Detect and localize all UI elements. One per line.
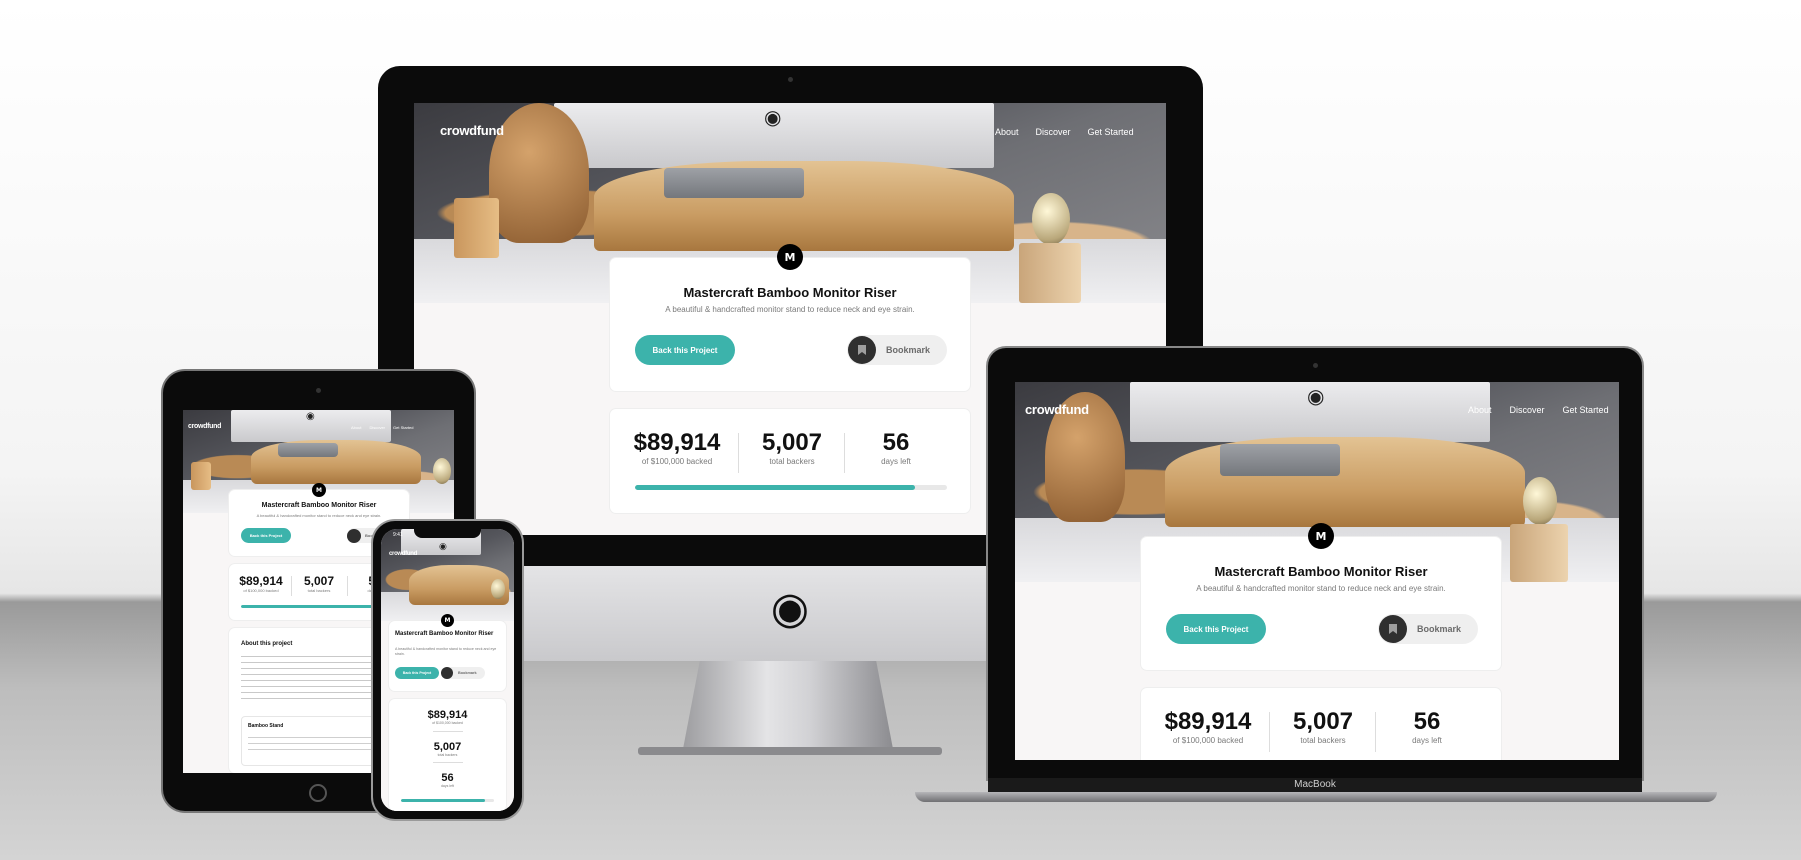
macbook-camera-icon <box>1313 363 1318 368</box>
stat-backed: $89,914 of $100,000 backed <box>1164 708 1252 745</box>
bookmark-icon <box>347 528 361 543</box>
stats-card: $89,914 of $100,000 backed 5,007 total b… <box>389 699 506 811</box>
bookmark-label: Bookmark <box>1417 624 1462 634</box>
site-logo[interactable]: crowdfund <box>1025 402 1089 417</box>
bookmark-icon <box>441 667 453 679</box>
macbook-brand: MacBook <box>1294 779 1336 790</box>
ipad-camera-icon <box>316 388 321 393</box>
imac-stand-base <box>638 747 942 755</box>
project-subtitle: A beautiful & handcrafted monitor stand … <box>256 513 382 518</box>
bookmark-label: Bookmark <box>458 671 477 675</box>
funding-progress-bar <box>401 799 494 802</box>
nav-discover[interactable]: Discover <box>1510 405 1545 415</box>
stat-backed: $89,914 of $100,000 backed <box>239 574 283 593</box>
status-time: 9:41 <box>393 532 403 538</box>
stat-days: 56 days left <box>881 429 911 466</box>
project-title: Mastercraft Bamboo Monitor Riser <box>683 285 897 300</box>
back-project-button[interactable]: Back this Project <box>635 335 735 365</box>
nav-discover[interactable]: Discover <box>1036 127 1071 137</box>
nav-discover[interactable]: Discover <box>369 425 385 430</box>
project-subtitle: A beautiful & handcrafted monitor stand … <box>1196 584 1446 593</box>
bookmark-button[interactable]: Bookmark <box>441 667 485 679</box>
stat-divider <box>433 762 463 763</box>
project-title: Mastercraft Bamboo Monitor Riser <box>395 631 494 637</box>
iphone-viewport: ◉ 9:41 crowdfund M Mastercraft Bamboo Mo… <box>381 529 514 811</box>
mastercraft-logo-icon: M <box>1308 523 1334 549</box>
stat-divider <box>1375 712 1376 752</box>
stat-divider <box>844 433 845 473</box>
macbook-base <box>915 792 1717 802</box>
hero-apple-icon: ◉ <box>764 105 782 129</box>
stat-backed: $89,914 of $100,000 backed <box>633 429 721 466</box>
bookmark-icon <box>848 336 876 364</box>
stat-backed: $89,914 of $100,000 backed <box>427 709 468 725</box>
stat-divider <box>433 731 463 732</box>
hero-image: ◉ <box>381 529 514 621</box>
iphone-notch <box>414 529 481 538</box>
stat-backers: 5,007 total backers <box>303 574 335 593</box>
project-subtitle: A beautiful & handcrafted monitor stand … <box>395 647 497 656</box>
project-card: M Mastercraft Bamboo Monitor Riser A bea… <box>1141 523 1501 670</box>
site-nav: About Discover Get Started <box>995 127 1134 137</box>
back-project-button[interactable]: Back this Project <box>395 667 439 679</box>
project-card: M Mastercraft Bamboo Monitor Riser A bea… <box>610 244 970 391</box>
project-subtitle: A beautiful & handcrafted monitor stand … <box>665 305 915 314</box>
bookmark-label: Bookmark <box>886 345 931 355</box>
stat-backers: 5,007 total backers <box>1292 708 1354 745</box>
mastercraft-logo-icon: M <box>441 614 454 627</box>
about-heading: About this project <box>241 641 293 647</box>
stats-card: $89,914 of $100,000 backed 5,007 total b… <box>610 409 970 513</box>
stat-days: 56 days left <box>1412 708 1442 745</box>
nav-get-started[interactable]: Get Started <box>1563 405 1609 415</box>
macbook-viewport: ◉ crowdfund About Discover Get Started M… <box>1015 382 1619 760</box>
imac-stand <box>683 661 893 749</box>
stat-backers: 5,007 total backers <box>761 429 823 466</box>
nav-get-started[interactable]: Get Started <box>393 425 413 430</box>
imac-apple-logo-icon: ◉ <box>770 583 810 634</box>
project-title: Mastercraft Bamboo Monitor Riser <box>1214 564 1428 579</box>
project-title: Mastercraft Bamboo Monitor Riser <box>261 502 377 509</box>
mastercraft-logo-icon: M <box>312 483 326 497</box>
site-nav: About Discover Get Started <box>1468 405 1609 415</box>
project-card: M Mastercraft Bamboo Monitor Riser A bea… <box>389 614 506 691</box>
imac-camera-icon <box>788 77 793 82</box>
bookmark-button[interactable]: Bookmark <box>1378 614 1478 644</box>
site-logo[interactable]: crowdfund <box>440 123 504 138</box>
back-project-button[interactable]: Back this Project <box>1166 614 1266 644</box>
funding-progress-fill <box>401 799 485 802</box>
stat-days: 56 days left <box>440 772 455 788</box>
mastercraft-logo-icon: M <box>777 244 803 270</box>
stat-divider <box>291 576 292 596</box>
bookmark-button[interactable]: Bookmark <box>847 335 947 365</box>
bookmark-icon <box>1379 615 1407 643</box>
stat-divider <box>738 433 739 473</box>
stat-divider <box>347 576 348 596</box>
nav-about[interactable]: About <box>351 425 361 430</box>
stat-backers: 5,007 total backers <box>433 741 462 757</box>
site-nav: About Discover Get Started <box>351 425 413 430</box>
nav-about[interactable]: About <box>1468 405 1492 415</box>
stats-card: $89,914 of $100,000 backed 5,007 total b… <box>1141 688 1501 760</box>
nav-get-started[interactable]: Get Started <box>1088 127 1134 137</box>
funding-progress-fill <box>635 485 916 490</box>
site-logo[interactable]: crowdfund <box>188 423 221 430</box>
nav-about[interactable]: About <box>995 127 1019 137</box>
reward-title: Bamboo Stand <box>248 723 284 729</box>
ipad-home-button[interactable] <box>309 784 327 802</box>
site-logo[interactable]: crowdfund <box>389 551 417 557</box>
funding-progress-bar <box>635 485 947 490</box>
stat-divider <box>1269 712 1270 752</box>
funding-progress-fill <box>241 605 382 608</box>
back-project-button[interactable]: Back this Project <box>241 528 291 543</box>
